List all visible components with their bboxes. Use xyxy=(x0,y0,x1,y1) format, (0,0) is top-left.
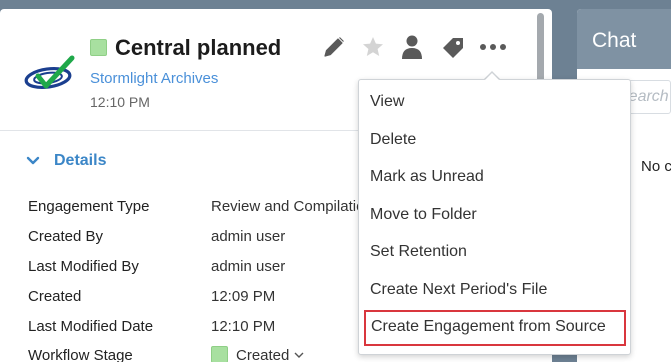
detail-value-created: 12:09 PM xyxy=(211,288,276,305)
menu-item-move-to-folder[interactable]: Move to Folder xyxy=(370,206,477,224)
workflow-stage-select[interactable]: Created xyxy=(211,346,304,362)
detail-value-last-modified-date: 12:10 PM xyxy=(211,318,276,335)
details-heading: Details xyxy=(54,152,107,169)
chevron-down-icon xyxy=(26,156,40,165)
menu-item-delete[interactable]: Delete xyxy=(370,131,416,149)
chat-empty-message: No chats xyxy=(641,158,671,175)
workflow-stage-value: Created xyxy=(236,347,290,362)
detail-value-created-by: admin user xyxy=(211,228,286,245)
more-actions-menu: View Delete Mark as Unread Move to Folde… xyxy=(358,79,631,355)
chat-header: Chat xyxy=(577,9,671,69)
detail-label-workflow-stage: Workflow Stage xyxy=(28,347,133,362)
detail-label-created-by: Created By xyxy=(28,228,104,245)
menu-item-mark-unread[interactable]: Mark as Unread xyxy=(370,168,484,186)
more-icon[interactable] xyxy=(479,33,507,61)
detail-label-last-modified-date: Last Modified Date xyxy=(28,318,154,335)
chevron-down-icon xyxy=(294,352,304,358)
record-title: Central planned xyxy=(115,35,282,60)
detail-label-last-modified-by: Last Modified By xyxy=(28,258,139,275)
chat-title: Chat xyxy=(592,29,637,52)
menu-item-set-retention[interactable]: Set Retention xyxy=(370,243,467,261)
details-section-toggle[interactable]: Details xyxy=(26,152,106,170)
client-link[interactable]: Stormlight Archives xyxy=(90,70,218,87)
star-icon[interactable] xyxy=(359,33,387,61)
status-indicator xyxy=(90,39,107,56)
user-icon[interactable] xyxy=(398,33,426,61)
record-timestamp: 12:10 PM xyxy=(90,94,150,110)
tag-icon[interactable] xyxy=(440,33,468,61)
menu-caret-inner xyxy=(485,73,499,80)
menu-item-create-engagement-from-source[interactable]: Create Engagement from Source xyxy=(364,310,626,346)
detail-value-last-modified-by: admin user xyxy=(211,258,286,275)
edit-icon[interactable] xyxy=(320,33,348,61)
detail-label-created: Created xyxy=(28,288,82,305)
menu-item-create-next-period[interactable]: Create Next Period's File xyxy=(370,281,547,299)
company-logo xyxy=(24,55,75,90)
workflow-status-indicator xyxy=(211,346,228,362)
detail-label-engagement-type: Engagement Type xyxy=(28,198,150,215)
menu-item-view[interactable]: View xyxy=(370,93,404,111)
